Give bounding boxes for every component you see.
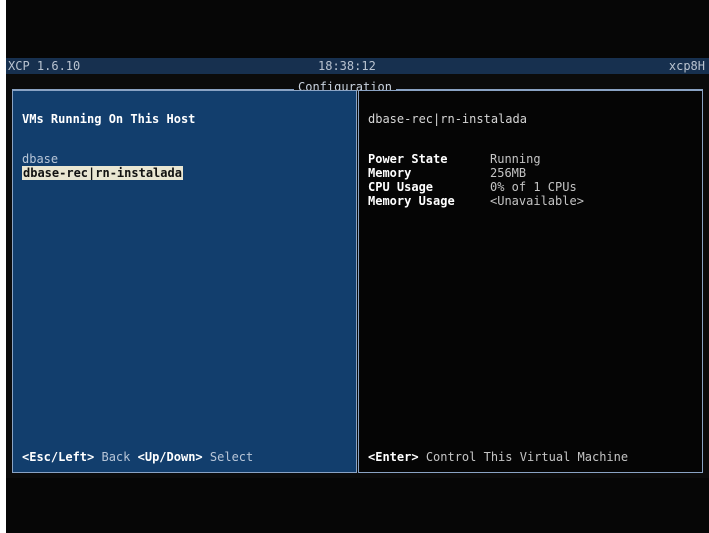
vm-list-panel — [12, 90, 357, 473]
left-footer-hints: <Esc/Left> Back <Up/Down> Select — [22, 450, 253, 464]
enter-key[interactable]: <Enter> — [368, 450, 419, 464]
version-label: XCP 1.6.10 — [8, 59, 81, 73]
select-action: Select — [209, 450, 254, 464]
control-vm-action: Control This Virtual Machine — [425, 450, 629, 464]
clock-label: 18:38:12 — [318, 59, 376, 73]
esc-left-key[interactable]: <Esc/Left> — [22, 450, 94, 464]
memory-value: 256MB — [490, 166, 527, 180]
right-footer-hint: <Enter> Control This Virtual Machine — [368, 450, 628, 464]
cpu-usage-label: CPU Usage — [368, 180, 434, 194]
vm-list-item-dbase[interactable]: dbase — [22, 152, 58, 166]
memory-usage-label: Memory Usage — [368, 194, 455, 208]
vm-list-item-dbase-rec-selected[interactable]: dbase-rec|rn-instalada — [22, 166, 183, 180]
vm-list-title: VMs Running On This Host — [22, 112, 196, 126]
configuration-frame: Configuration VMs Running On This Host d… — [6, 74, 709, 478]
memory-label: Memory — [368, 166, 412, 180]
up-down-key[interactable]: <Up/Down> — [138, 450, 203, 464]
memory-usage-value: <Unavailable> — [490, 194, 584, 208]
cpu-usage-value: 0% of 1 CPUs — [490, 180, 577, 194]
vm-details-panel — [358, 90, 703, 473]
back-action: Back — [101, 450, 131, 464]
status-bar: XCP 1.6.10 18:38:12 xcp8H — [6, 58, 709, 74]
power-state-value: Running — [490, 152, 541, 166]
power-state-label: Power State — [368, 152, 448, 166]
console-screen: XCP 1.6.10 18:38:12 xcp8H Configuration … — [6, 0, 709, 533]
hostname-label: xcp8H — [668, 59, 705, 73]
selected-vm-title: dbase-rec|rn-instalada — [368, 112, 527, 126]
